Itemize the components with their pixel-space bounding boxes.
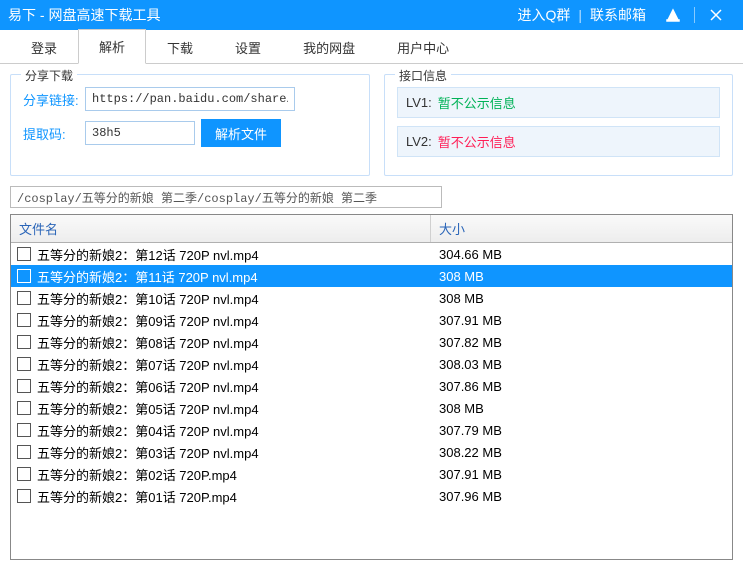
col-size[interactable]: 大小 — [431, 215, 732, 242]
file-name: 五等分的新娘2：第09话 720P nvl.mp4 — [37, 311, 431, 330]
checkbox-icon[interactable] — [17, 445, 31, 459]
file-name: 五等分的新娘2：第04话 720P nvl.mp4 — [37, 421, 431, 440]
table-row[interactable]: 五等分的新娘2：第12话 720P nvl.mp4304.66 MB — [11, 243, 732, 265]
share-link-label: 分享链接: — [23, 90, 79, 109]
file-name: 五等分的新娘2：第06话 720P nvl.mp4 — [37, 377, 431, 396]
tab-4[interactable]: 我的网盘 — [282, 30, 376, 64]
titlebar: 易下 - 网盘高速下载工具 进入Q群 | 联系邮箱 — [0, 0, 743, 30]
close-icon[interactable] — [697, 0, 735, 30]
extraction-code-input[interactable] — [85, 121, 195, 145]
tab-5[interactable]: 用户中心 — [376, 30, 470, 64]
file-size: 307.86 MB — [431, 379, 726, 394]
share-download-panel: 分享下载 分享链接: 提取码: 解析文件 — [10, 74, 370, 176]
qgroup-link[interactable]: 进入Q群 — [509, 5, 578, 25]
checkbox-icon[interactable] — [17, 313, 31, 327]
lv1-label: LV1: — [406, 95, 432, 110]
file-size: 308 MB — [431, 401, 726, 416]
checkbox-icon[interactable] — [17, 423, 31, 437]
file-name: 五等分的新娘2：第08话 720P nvl.mp4 — [37, 333, 431, 352]
titlebar-links: 进入Q群 | 联系邮箱 — [509, 5, 654, 25]
tab-1[interactable]: 解析 — [78, 29, 146, 64]
lv2-label: LV2: — [406, 134, 432, 149]
checkbox-icon[interactable] — [17, 489, 31, 503]
table-row[interactable]: 五等分的新娘2：第06话 720P nvl.mp4307.86 MB — [11, 375, 732, 397]
api-panel-legend: 接口信息 — [395, 67, 451, 84]
tab-content: 分享下载 分享链接: 提取码: 解析文件 接口信息 LV1: 暂不公示信息 LV… — [0, 64, 743, 570]
api-info-panel: 接口信息 LV1: 暂不公示信息 LV2: 暂不公示信息 — [384, 74, 733, 176]
table-row[interactable]: 五等分的新娘2：第02话 720P.mp4307.91 MB — [11, 463, 732, 485]
file-size: 307.91 MB — [431, 467, 726, 482]
checkbox-icon[interactable] — [17, 467, 31, 481]
file-name: 五等分的新娘2：第10话 720P nvl.mp4 — [37, 289, 431, 308]
checkbox-icon[interactable] — [17, 335, 31, 349]
checkbox-icon[interactable] — [17, 269, 31, 283]
app-title: 易下 - 网盘高速下载工具 — [8, 5, 509, 25]
extraction-code-label: 提取码: — [23, 124, 79, 143]
share-link-input[interactable] — [85, 87, 295, 111]
file-name: 五等分的新娘2：第05话 720P nvl.mp4 — [37, 399, 431, 418]
table-row[interactable]: 五等分的新娘2：第10话 720P nvl.mp4308 MB — [11, 287, 732, 309]
table-row[interactable]: 五等分的新娘2：第04话 720P nvl.mp4307.79 MB — [11, 419, 732, 441]
lv2-row: LV2: 暂不公示信息 — [397, 126, 720, 157]
titlebar-divider — [694, 7, 695, 23]
file-size: 308 MB — [431, 291, 726, 306]
file-name: 五等分的新娘2：第12话 720P nvl.mp4 — [37, 245, 431, 264]
contact-mail-link[interactable]: 联系邮箱 — [582, 5, 654, 25]
file-name: 五等分的新娘2：第01话 720P.mp4 — [37, 487, 431, 506]
file-size: 307.96 MB — [431, 489, 726, 504]
lv1-row: LV1: 暂不公示信息 — [397, 87, 720, 118]
tab-2[interactable]: 下载 — [146, 30, 214, 64]
file-size: 307.91 MB — [431, 313, 726, 328]
file-size: 307.79 MB — [431, 423, 726, 438]
table-row[interactable]: 五等分的新娘2：第08话 720P nvl.mp4307.82 MB — [11, 331, 732, 353]
file-table: 文件名 大小 五等分的新娘2：第12话 720P nvl.mp4304.66 M… — [10, 214, 733, 560]
tab-0[interactable]: 登录 — [10, 30, 78, 64]
file-size: 308.03 MB — [431, 357, 726, 372]
file-name: 五等分的新娘2：第07话 720P nvl.mp4 — [37, 355, 431, 374]
table-row[interactable]: 五等分的新娘2：第03话 720P nvl.mp4308.22 MB — [11, 441, 732, 463]
checkbox-icon[interactable] — [17, 291, 31, 305]
file-size: 304.66 MB — [431, 247, 726, 262]
tab-bar: 登录解析下载设置我的网盘用户中心 — [0, 30, 743, 64]
file-rows: 五等分的新娘2：第12话 720P nvl.mp4304.66 MB五等分的新娘… — [11, 243, 732, 507]
file-size: 308.22 MB — [431, 445, 726, 460]
table-row[interactable]: 五等分的新娘2：第11话 720P nvl.mp4308 MB — [11, 265, 732, 287]
lv1-value: 暂不公示信息 — [438, 93, 516, 112]
file-name: 五等分的新娘2：第11话 720P nvl.mp4 — [37, 267, 431, 286]
minimize-icon[interactable] — [654, 0, 692, 30]
share-panel-legend: 分享下载 — [21, 67, 77, 84]
table-row[interactable]: 五等分的新娘2：第01话 720P.mp4307.96 MB — [11, 485, 732, 507]
checkbox-icon[interactable] — [17, 379, 31, 393]
table-row[interactable]: 五等分的新娘2：第05话 720P nvl.mp4308 MB — [11, 397, 732, 419]
col-filename[interactable]: 文件名 — [11, 215, 431, 242]
file-size: 307.82 MB — [431, 335, 726, 350]
tab-3[interactable]: 设置 — [214, 30, 282, 64]
lv2-value: 暂不公示信息 — [438, 132, 516, 151]
checkbox-icon[interactable] — [17, 247, 31, 261]
checkbox-icon[interactable] — [17, 401, 31, 415]
file-name: 五等分的新娘2：第02话 720P.mp4 — [37, 465, 431, 484]
file-size: 308 MB — [431, 269, 726, 284]
checkbox-icon[interactable] — [17, 357, 31, 371]
table-row[interactable]: 五等分的新娘2：第09话 720P nvl.mp4307.91 MB — [11, 309, 732, 331]
file-name: 五等分的新娘2：第03话 720P nvl.mp4 — [37, 443, 431, 462]
path-input[interactable] — [10, 186, 442, 208]
parse-file-button[interactable]: 解析文件 — [201, 119, 281, 147]
table-row[interactable]: 五等分的新娘2：第07话 720P nvl.mp4308.03 MB — [11, 353, 732, 375]
